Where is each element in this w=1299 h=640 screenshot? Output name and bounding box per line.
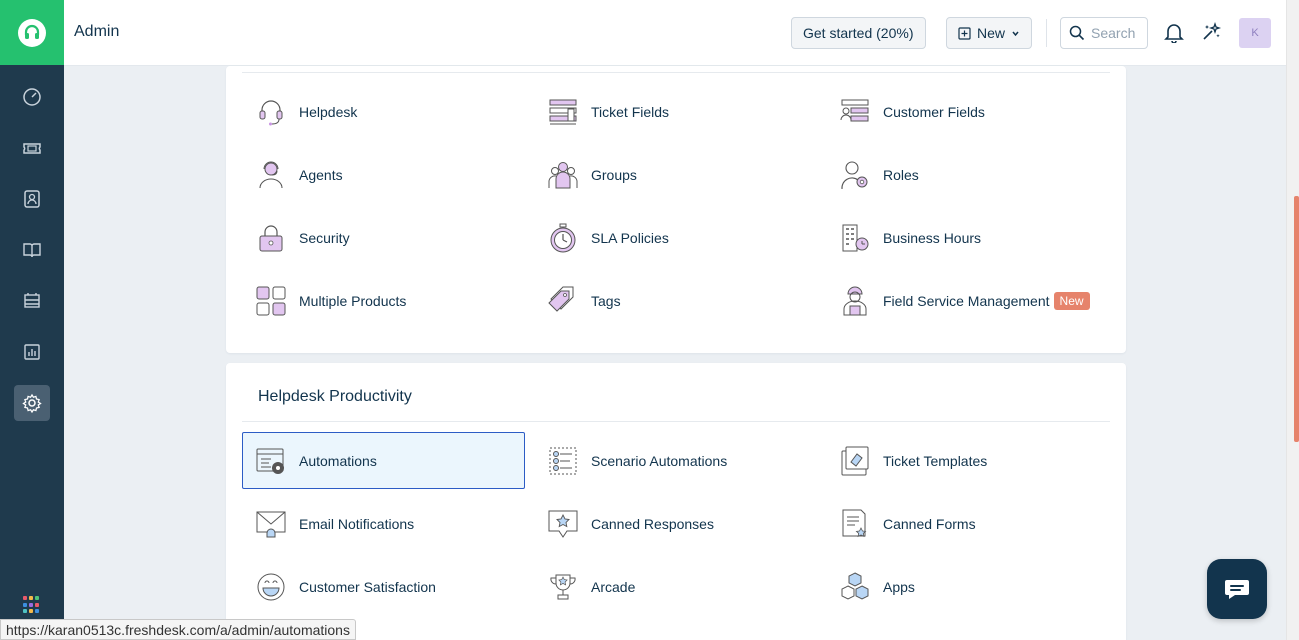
admin-item-label: Helpdesk [299,103,358,120]
admin-item-label: Groups [591,166,637,183]
link-status-url: https://karan0513c.freshdesk.com/a/admin… [0,619,356,640]
scenario-icon [547,445,579,477]
admin-item-customer-fields[interactable]: Customer Fields [826,83,1109,140]
app-switcher-icon[interactable] [23,596,41,614]
admin-item-label: Tags [591,292,621,309]
admin-item-label: Arcade [591,578,636,595]
roles-icon [839,159,871,191]
trophy-icon [547,571,579,603]
section-title: Helpdesk Productivity [258,388,412,405]
assets-icon[interactable] [14,283,50,319]
email-bell-icon [255,508,287,540]
admin-item-canned-responses[interactable]: Canned Responses [534,495,817,552]
canned-forms-icon [839,508,871,540]
chevron-down-icon [1012,31,1019,36]
admin-item-multiple-products[interactable]: Multiple Products [242,272,525,329]
section-divider [242,421,1110,422]
freshdesk-logo[interactable] [0,0,64,65]
tags-icon [547,285,579,317]
admin-item-label: Ticket Templates [883,452,988,469]
admin-item-label: Roles [883,166,919,183]
admin-item-helpdesk[interactable]: Helpdesk [242,83,525,140]
get-started-button[interactable]: Get started (20%) [791,17,926,49]
admin-item-label: SLA Policies [591,229,669,246]
search-icon [1069,25,1085,41]
solutions-icon[interactable] [14,232,50,268]
admin-item-email-notifications[interactable]: Email Notifications [242,495,525,552]
ai-sparkle-icon[interactable] [1199,20,1223,44]
admin-item-roles[interactable]: Roles [826,146,1109,203]
admin-item-automations[interactable]: Automations [242,432,525,489]
reports-icon[interactable] [14,334,50,370]
page-title: Admin [74,23,120,40]
admin-item-label: Scenario Automations [591,452,728,469]
admin-item-tags[interactable]: Tags [534,272,817,329]
tickets-icon[interactable] [14,130,50,166]
customer-fields-icon [839,96,871,128]
agent-icon [255,159,287,191]
admin-item-sla-policies[interactable]: SLA Policies [534,209,817,266]
admin-item-customer-satisfaction[interactable]: Customer Satisfaction [242,558,525,615]
chat-widget-button[interactable] [1207,559,1267,619]
groups-icon [547,159,579,191]
admin-item-business-hours[interactable]: Business Hours [826,209,1109,266]
ticket-template-icon [839,445,871,477]
admin-item-label: Canned Responses [591,515,714,532]
admin-item-label: Security [299,229,350,246]
smiley-icon [255,571,287,603]
admin-item-label: Customer Fields [883,103,985,120]
admin-item-label: Apps [883,578,915,595]
admin-item-ticket-templates[interactable]: Ticket Templates [826,432,1109,489]
admin-gear-icon[interactable] [14,385,50,421]
admin-item-apps[interactable]: Apps [826,558,1109,615]
admin-item-arcade[interactable]: Arcade [534,558,817,615]
general-settings-card: Helpdesk Ticket Fields Customer Fields A… [226,66,1126,353]
user-avatar[interactable]: K [1239,18,1271,48]
admin-item-field-service-management[interactable]: Field Service Management New [826,272,1118,329]
canned-response-icon [547,508,579,540]
automations-icon [255,445,287,477]
section-divider [242,72,1110,73]
lock-icon [255,222,287,254]
apps-cubes-icon [839,571,871,603]
contacts-icon[interactable] [14,181,50,217]
new-button-label: New [977,25,1006,41]
admin-item-security[interactable]: Security [242,209,525,266]
chat-bubble-icon [1225,580,1249,599]
admin-item-label: Canned Forms [883,515,976,532]
left-sidebar [0,0,64,640]
headset-icon [255,96,287,128]
search-input[interactable]: Search [1060,17,1148,49]
admin-item-scenario-automations[interactable]: Scenario Automations [534,432,817,489]
ticket-fields-icon [547,96,579,128]
admin-item-label: Automations [299,452,377,469]
scrollbar-thumb[interactable] [1294,196,1299,442]
dashboard-icon[interactable] [14,79,50,115]
top-header: Admin Get started (20%) New Search K [64,0,1286,66]
header-divider [1046,19,1047,47]
building-clock-icon [839,222,871,254]
admin-item-groups[interactable]: Groups [534,146,817,203]
admin-item-agents[interactable]: Agents [242,146,525,203]
search-placeholder: Search [1091,25,1136,41]
notifications-bell-icon[interactable] [1162,20,1186,44]
admin-item-label: Agents [299,166,343,183]
helpdesk-productivity-card: Helpdesk Productivity Automations Scenar… [226,363,1126,640]
admin-item-ticket-fields[interactable]: Ticket Fields [534,83,817,140]
admin-item-label: Ticket Fields [591,103,670,120]
plus-square-icon [958,26,971,40]
admin-item-label: Business Hours [883,229,982,246]
admin-item-label: Customer Satisfaction [299,578,436,595]
headset-logo-icon [18,18,46,47]
new-button[interactable]: New [946,17,1033,49]
admin-item-canned-forms[interactable]: Canned Forms [826,495,1109,552]
admin-item-label: Multiple Products [299,292,407,309]
field-technician-icon [839,285,871,317]
stopwatch-icon [547,222,579,254]
products-grid-icon [255,285,287,317]
admin-item-label: Field Service Management [883,292,1050,309]
admin-item-label: Email Notifications [299,515,415,532]
new-badge: New [1053,291,1090,310]
